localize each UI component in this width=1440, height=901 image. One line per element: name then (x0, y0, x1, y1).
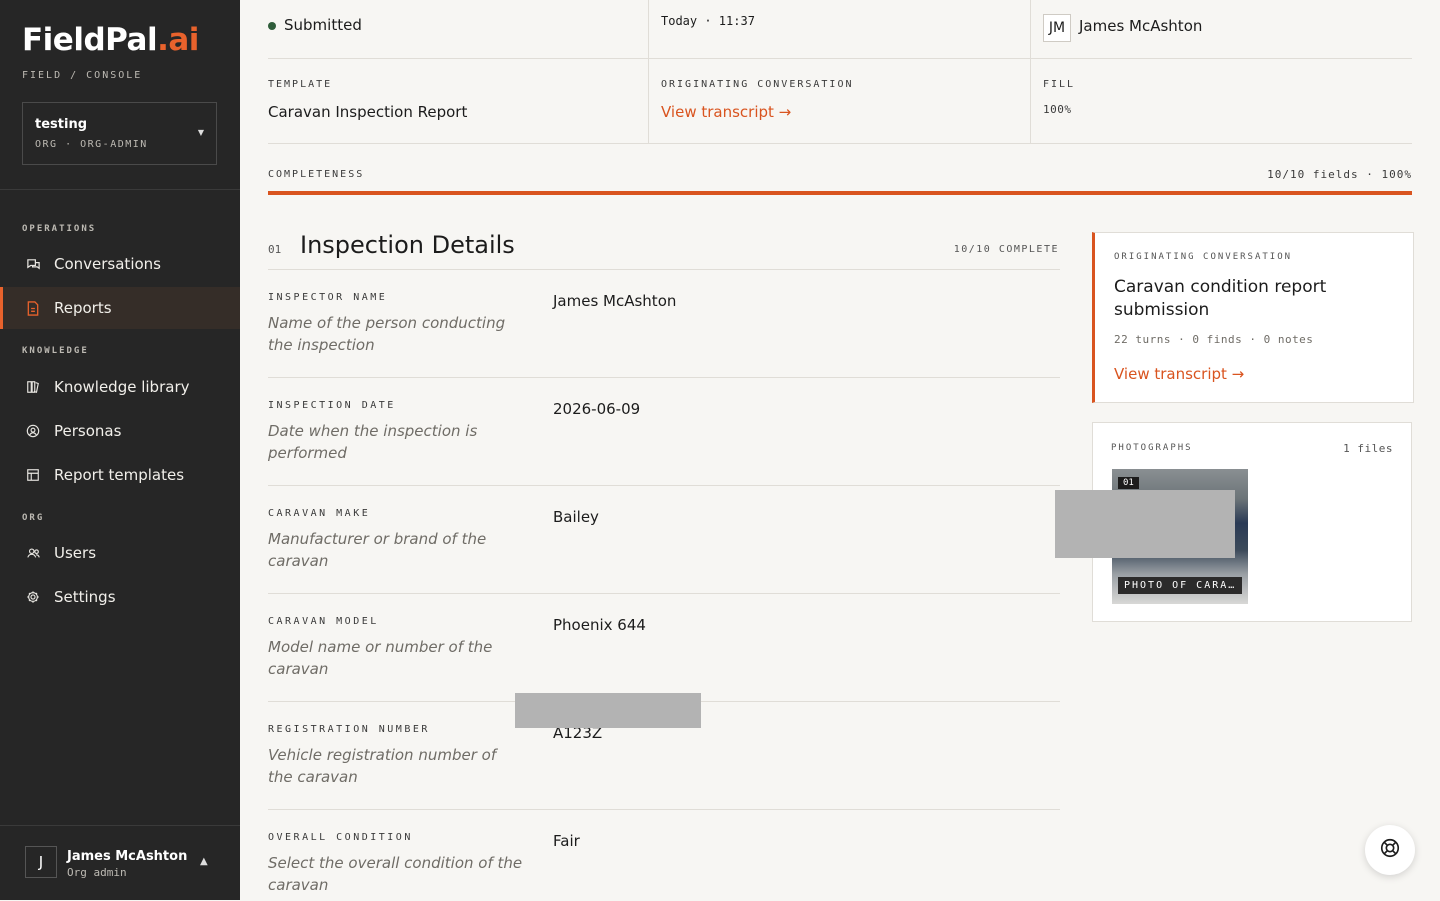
field-row: INSPECTION DATE Date when the inspection… (268, 377, 1060, 486)
section-status: 10/10 COMPLETE (953, 244, 1059, 255)
field-label: INSPECTION DATE (268, 400, 396, 411)
filed-time: Today · 11:37 (661, 14, 755, 28)
field-description: Manufacturer or brand of the caravan (268, 530, 487, 570)
sidebar-divider (0, 825, 240, 826)
sidebar-item-report-templates[interactable]: Report templates (0, 454, 240, 496)
redaction-block (1055, 490, 1235, 558)
sidebar-item-knowledge-library[interactable]: Knowledge library (0, 366, 240, 408)
field-row: CARAVAN MAKE Manufacturer or brand of th… (268, 485, 1060, 594)
photographs-count: 1 files (1343, 442, 1393, 455)
status-indicator (268, 22, 276, 30)
grid-divider (1030, 0, 1031, 143)
lifebuoy-icon (1379, 837, 1401, 863)
sidebar-item-label: Conversations (54, 255, 161, 273)
field-description: Vehicle registration number of the carav… (268, 746, 497, 786)
view-transcript-link[interactable]: View transcript → (1114, 365, 1244, 383)
grid-divider (648, 0, 649, 143)
sidebar-divider (0, 189, 240, 190)
grid-divider (268, 143, 1412, 144)
section-number: 01 (268, 243, 282, 256)
completeness-bar (268, 191, 1412, 195)
sidebar-item-label: Users (54, 544, 97, 562)
org-role: ORG · ORG-ADMIN (35, 139, 148, 150)
brand-subtitle: FIELD / CONSOLE (22, 70, 143, 81)
inspector-avatar: JM (1043, 14, 1071, 42)
document-icon (25, 300, 41, 316)
field-value: Fair (553, 832, 580, 850)
user-role: Org admin (67, 866, 127, 879)
field-value: 2026-06-09 (553, 400, 641, 418)
photo-number: 01 (1118, 477, 1139, 489)
photographs-label: PHOTOGRAPHS (1111, 443, 1193, 453)
field-label: CARAVAN MODEL (268, 616, 379, 627)
chat-icon (25, 256, 41, 272)
fill-value: 100% (1043, 103, 1072, 116)
books-icon (25, 379, 41, 395)
field-label: CARAVAN MAKE (268, 508, 371, 519)
chevron-up-icon[interactable]: ▲ (200, 856, 208, 867)
field-label: INSPECTOR NAME (268, 292, 388, 303)
field-description: Name of the person conducting the inspec… (268, 314, 506, 354)
field-description: Model name or number of the caravan (268, 638, 493, 678)
field-label: REGISTRATION NUMBER (268, 724, 430, 735)
users-icon (25, 545, 41, 561)
grid-divider (268, 58, 1412, 59)
help-button[interactable] (1365, 825, 1415, 875)
nav-section-org: ORG (22, 513, 45, 523)
inspector-name: James McAshton (1079, 17, 1203, 35)
sidebar: FieldPal.ai FIELD / CONSOLE testing ORG … (0, 0, 240, 900)
sidebar-item-users[interactable]: Users (0, 532, 240, 574)
sidebar-item-settings[interactable]: Settings (0, 576, 240, 618)
redaction-block (515, 693, 701, 728)
avatar[interactable]: J (25, 846, 57, 878)
sidebar-item-conversations[interactable]: Conversations (0, 243, 240, 285)
conversation-card-label: ORIGINATING CONVERSATION (1114, 252, 1293, 262)
sidebar-item-label: Personas (54, 422, 122, 440)
field-label: OVERALL CONDITION (268, 832, 413, 843)
nav-section-knowledge: KNOWLEDGE (22, 346, 89, 356)
field-description: Select the overall condition of the cara… (268, 854, 523, 894)
field-description: Date when the inspection is performed (268, 422, 478, 462)
section-title: Inspection Details (300, 231, 515, 259)
template-label: TEMPLATE (268, 79, 333, 90)
org-switcher[interactable]: testing ORG · ORG-ADMIN ▼ (22, 102, 217, 165)
originating-label: ORIGINATING CONVERSATION (661, 79, 854, 90)
field-value: James McAshton (553, 292, 677, 310)
sidebar-item-label: Reports (54, 299, 112, 317)
fill-label: FILL (1043, 79, 1076, 90)
conversation-meta: 22 turns · 0 finds · 0 notes (1114, 333, 1314, 346)
field-value: Bailey (553, 508, 599, 526)
sidebar-item-label: Knowledge library (54, 378, 190, 396)
completeness-label: COMPLETENESS (268, 169, 365, 180)
org-name: testing (35, 117, 87, 132)
sidebar-item-reports[interactable]: Reports (0, 287, 240, 329)
nav-section-operations: OPERATIONS (22, 224, 97, 234)
gear-icon (25, 589, 41, 605)
completeness-value: 10/10 fields · 100% (1267, 168, 1412, 181)
sidebar-item-label: Settings (54, 588, 116, 606)
field-row: OVERALL CONDITION Select the overall con… (268, 809, 1060, 901)
chevron-down-icon: ▼ (197, 128, 204, 137)
template-icon (25, 467, 41, 483)
brand-logo[interactable]: FieldPal.ai (22, 22, 199, 58)
status-value: Submitted (284, 16, 362, 34)
field-value: Phoenix 644 (553, 616, 646, 634)
user-name: James McAshton (67, 849, 188, 864)
sidebar-item-personas[interactable]: Personas (0, 410, 240, 452)
persona-icon (25, 423, 41, 439)
field-row: INSPECTOR NAME Name of the person conduc… (268, 269, 1060, 378)
conversation-card[interactable]: ORIGINATING CONVERSATION Caravan conditi… (1092, 232, 1414, 403)
photo-caption: PHOTO OF CARA… (1118, 577, 1242, 594)
template-value: Caravan Inspection Report (268, 103, 468, 121)
field-row: CARAVAN MODEL Model name or number of th… (268, 593, 1060, 702)
view-transcript-link[interactable]: View transcript → (661, 103, 791, 121)
conversation-title: Caravan condition report submission (1114, 277, 1327, 320)
sidebar-item-label: Report templates (54, 466, 185, 484)
